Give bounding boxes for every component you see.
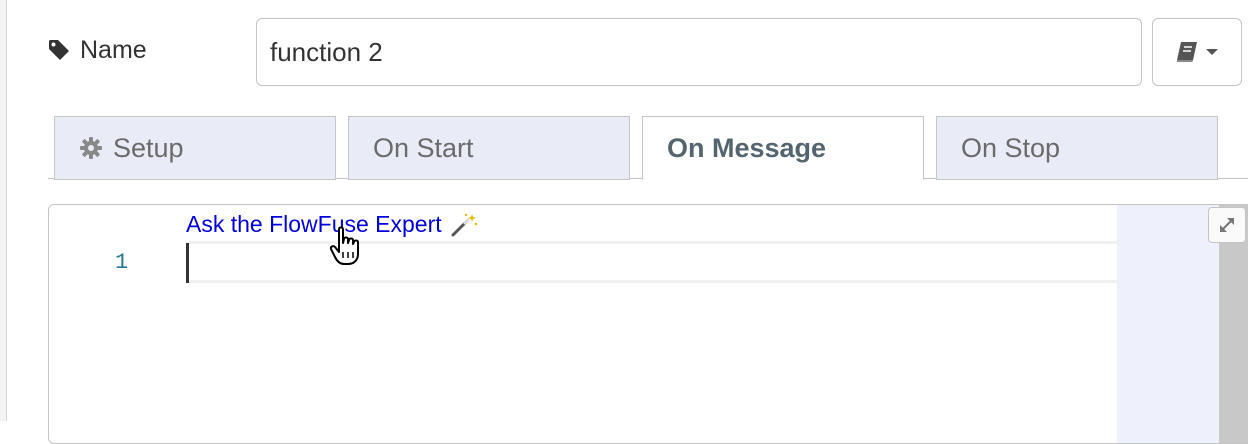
magic-wand-icon bbox=[451, 213, 477, 236]
tag-icon bbox=[49, 40, 69, 60]
hand-pointer-icon bbox=[330, 226, 359, 265]
ask-expert-label: Ask the FlowFuse Expert bbox=[186, 211, 442, 237]
name-input[interactable] bbox=[256, 18, 1142, 86]
caret-down-icon bbox=[1206, 49, 1218, 55]
tab-on-start-label: On Start bbox=[373, 132, 474, 163]
line-number: 1 bbox=[115, 250, 129, 275]
current-line-highlight bbox=[186, 241, 1118, 283]
tab-on-stop[interactable]: On Stop bbox=[936, 116, 1218, 180]
expand-editor-button[interactable] bbox=[1208, 207, 1246, 243]
library-button[interactable] bbox=[1152, 18, 1242, 86]
tab-setup-label: Setup bbox=[113, 132, 184, 163]
code-editor[interactable]: Ask the FlowFuse Expert 1 bbox=[48, 204, 1248, 444]
book-icon bbox=[1176, 42, 1197, 62]
gear-icon bbox=[79, 136, 103, 160]
tab-on-message[interactable]: On Message bbox=[642, 116, 924, 180]
minimap[interactable] bbox=[1117, 205, 1219, 443]
panel-left-border bbox=[0, 0, 7, 421]
name-label: Name bbox=[48, 34, 147, 66]
tab-on-stop-label: On Stop bbox=[961, 132, 1061, 163]
text-cursor bbox=[186, 243, 189, 283]
tab-setup[interactable]: Setup bbox=[54, 116, 336, 180]
name-label-text: Name bbox=[80, 35, 147, 64]
expand-icon bbox=[1220, 218, 1234, 232]
tab-on-start[interactable]: On Start bbox=[348, 116, 630, 180]
tab-on-message-label: On Message bbox=[667, 132, 827, 163]
